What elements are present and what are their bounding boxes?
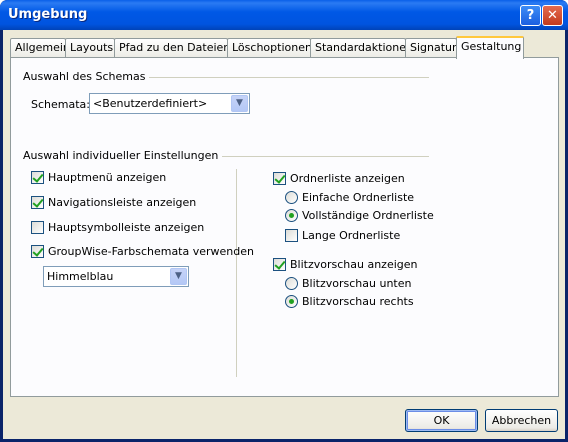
close-button[interactable]: ✕ <box>542 5 563 26</box>
tab-strip: Allgemein Layouts Pfad zu den Dateien Lö… <box>10 36 560 59</box>
ok-button[interactable]: OK <box>405 409 478 432</box>
dialog-client-area: Allgemein Layouts Pfad zu den Dateien Lö… <box>3 30 565 439</box>
chevron-down-icon[interactable]: ▼ <box>231 95 248 112</box>
hauptmenu-label: Hauptmenü anzeigen <box>48 171 167 184</box>
color-scheme-value: Himmelblau <box>47 270 114 283</box>
chevron-down-icon[interactable]: ▼ <box>170 268 187 285</box>
schema-select-value: <Benutzerdefiniert> <box>93 97 208 110</box>
vollstaendige-radio[interactable] <box>285 209 298 222</box>
ordnerliste-checkbox[interactable] <box>273 172 286 185</box>
lange-label: Lange Ordnerliste <box>302 229 401 242</box>
tab-pfad[interactable]: Pfad zu den Dateien <box>114 38 230 58</box>
blitzvorschau-label: Blitzvorschau anzeigen <box>290 258 418 271</box>
tab-gestaltung[interactable]: Gestaltung <box>456 36 524 59</box>
einfache-label: Einfache Ordnerliste <box>302 191 415 204</box>
tab-panel-gestaltung: Auswahl des Schemas Schemata: <Benutzerd… <box>10 57 559 397</box>
ordnerliste-label: Ordnerliste anzeigen <box>290 172 405 185</box>
rechts-label: Blitzvorschau rechts <box>302 295 414 308</box>
farbschema-checkbox[interactable] <box>31 245 44 258</box>
cancel-button[interactable]: Abbrechen <box>485 409 558 432</box>
hauptsymbol-label: Hauptsymbolleiste anzeigen <box>48 221 205 234</box>
hauptsymbol-checkbox[interactable] <box>31 221 44 234</box>
color-scheme-select[interactable]: Himmelblau ▼ <box>43 266 189 287</box>
schema-select[interactable]: <Benutzerdefiniert> ▼ <box>89 93 250 114</box>
tab-signatur[interactable]: Signatur <box>405 38 457 58</box>
rechts-radio[interactable] <box>285 295 298 308</box>
einfache-radio[interactable] <box>285 191 298 204</box>
blitzvorschau-checkbox[interactable] <box>273 258 286 271</box>
window-title: Umgebung <box>8 7 88 22</box>
unten-radio[interactable] <box>285 277 298 290</box>
close-icon: ✕ <box>547 8 558 23</box>
tab-standardaktionen[interactable]: Standardaktionen <box>310 38 413 58</box>
vollstaendige-label: Vollständige Ordnerliste <box>302 209 434 222</box>
unten-label: Blitzvorschau unten <box>302 277 412 290</box>
lange-checkbox[interactable] <box>285 229 298 242</box>
navigation-label: Navigationsleiste anzeigen <box>48 196 197 209</box>
dialog-window: Umgebung ? ✕ Allgemein Layouts Pfad zu d… <box>0 0 568 442</box>
schema-field-label: Schemata: <box>31 98 90 111</box>
column-divider <box>236 169 237 377</box>
navigation-checkbox[interactable] <box>31 196 44 209</box>
tab-loeschoptionen[interactable]: Löschoptionen <box>227 38 312 58</box>
schema-group-label: Auswahl des Schemas <box>23 70 150 83</box>
farbschema-label: GroupWise-Farbschemata verwenden <box>48 245 254 258</box>
help-icon: ? <box>526 8 535 23</box>
tab-allgemein[interactable]: Allgemein <box>10 38 70 58</box>
individual-group-label: Auswahl individueller Einstellungen <box>23 149 223 162</box>
help-button[interactable]: ? <box>520 5 541 26</box>
title-bar[interactable]: Umgebung ? ✕ <box>0 0 568 30</box>
tab-layouts[interactable]: Layouts <box>65 38 115 58</box>
hauptmenu-checkbox[interactable] <box>31 171 44 184</box>
